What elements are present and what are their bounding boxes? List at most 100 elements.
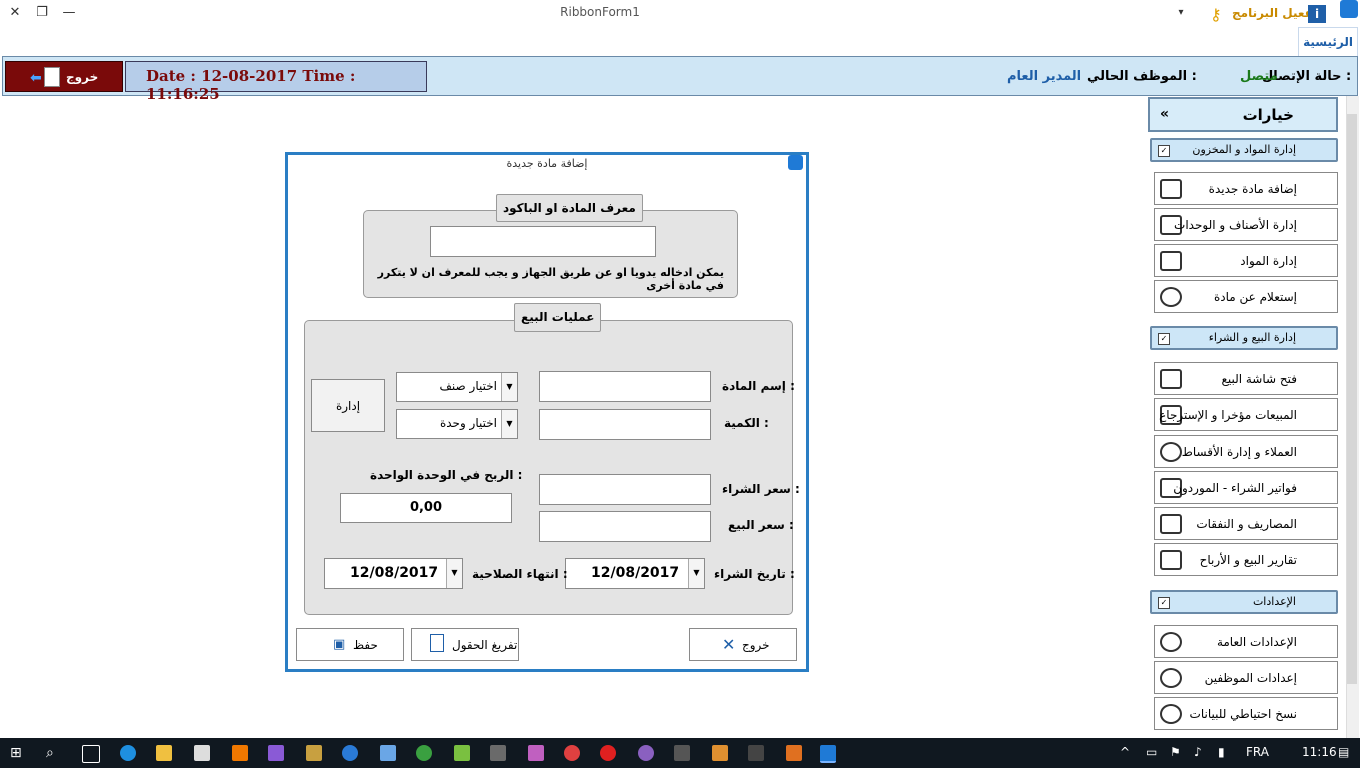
edge-icon[interactable] (120, 745, 136, 761)
buy-date-value: 12/08/2017 (591, 565, 680, 581)
collapse-icon[interactable]: « (1160, 106, 1169, 122)
chevron-down-icon[interactable]: ▼ (501, 410, 517, 438)
quantity-input[interactable] (539, 409, 711, 440)
cart-icon (1160, 179, 1182, 199)
datetime-box: Date : 12-08-2017 Time : 11:16:25 (125, 61, 427, 103)
chrome-icon[interactable] (564, 745, 580, 761)
item-general-settings[interactable]: الإعدادات العامة (1154, 625, 1338, 658)
tray-chevron-icon[interactable]: ^ (1120, 745, 1130, 759)
item-customers[interactable]: العملاء و إدارة الأقساط (1154, 435, 1338, 468)
app2-icon[interactable] (490, 745, 506, 761)
globe-icon[interactable] (416, 745, 432, 761)
cash-icon (1160, 550, 1182, 570)
group-label: إدارة المواد و المخزون (1192, 143, 1296, 156)
close-icon: ✕ (722, 635, 736, 654)
scroll-thumb[interactable] (1347, 114, 1357, 684)
opera-icon[interactable] (600, 745, 616, 761)
buy-price-input[interactable] (539, 474, 711, 505)
clear-fields-button[interactable]: تفريغ الحقول (411, 628, 519, 661)
notifications-icon[interactable]: ▤ (1338, 745, 1349, 759)
folder-icon[interactable] (156, 745, 172, 761)
language-indicator[interactable]: FRA (1246, 745, 1269, 759)
item-open-pos[interactable]: فتح شاشة البيع (1154, 362, 1338, 395)
android-icon[interactable] (454, 745, 470, 761)
cube-icon[interactable] (380, 745, 396, 761)
gear-icon (1160, 632, 1182, 652)
item-purchase-invoices[interactable]: فواتير الشراء - الموردون (1154, 471, 1338, 504)
item-recent-sales[interactable]: المبيعات مؤخرا و الإسترجاع (1154, 398, 1338, 431)
windows-start-icon[interactable]: ⊞ (10, 745, 26, 761)
app4-icon[interactable] (674, 745, 690, 761)
dialog-exit-button[interactable]: ✕ خروج (689, 628, 797, 661)
activate-program-link[interactable]: تفعيل البرنامج (1232, 6, 1318, 20)
collapse-checkbox-icon[interactable]: ✓ (1158, 597, 1170, 609)
sales-group-label: عمليات البيع (514, 303, 602, 332)
expiry-date-picker[interactable]: 12/08/2017 ▼ (324, 558, 463, 589)
item-label: الإعدادات العامة (1216, 635, 1297, 649)
item-backup[interactable]: نسخ احتياطي للبيانات (1154, 697, 1338, 730)
profit-value: 0,00 (340, 493, 512, 523)
item-employee-settings[interactable]: إعدادات الموظفين (1154, 661, 1338, 694)
ribbon-options-icon[interactable]: ▾ (1172, 4, 1190, 22)
top-exit-button[interactable]: ⬅ خروج (5, 61, 123, 92)
vlc-icon[interactable] (232, 745, 248, 761)
unit-select[interactable]: اختيار وحدة ▼ (396, 409, 518, 439)
item-add-product[interactable]: إضافة مادة جديدة (1154, 172, 1338, 205)
tool-icon[interactable] (306, 745, 322, 761)
money-icon (1160, 514, 1182, 534)
group-inventory[interactable]: ✓ إدارة المواد و المخزون (1150, 138, 1338, 162)
options-header[interactable]: « خيارات (1148, 97, 1338, 132)
collapse-checkbox-icon[interactable]: ✓ (1158, 145, 1170, 157)
item-expenses[interactable]: المصاريف و النفقات (1154, 507, 1338, 540)
buy-date-label: تاريخ الشراء : (714, 567, 795, 581)
item-label: إدارة الأصناف و الوحدات (1174, 218, 1297, 232)
app-icon[interactable] (342, 745, 358, 761)
group-label: الإعدادات (1252, 595, 1296, 608)
xampp-icon[interactable] (786, 745, 802, 761)
sell-price-label: سعر البيع : (728, 518, 794, 532)
network-icon[interactable]: ▭ (1146, 745, 1157, 759)
collapse-checkbox-icon[interactable]: ✓ (1158, 333, 1170, 345)
window-title: RibbonForm1 (560, 5, 640, 19)
item-label: إضافة مادة جديدة (1208, 182, 1297, 196)
category-select[interactable]: اختيار صنف ▼ (396, 372, 518, 402)
app5-icon[interactable] (748, 745, 764, 761)
store-app-icon[interactable] (194, 745, 210, 761)
chevron-down-icon[interactable]: ▼ (688, 559, 704, 588)
item-label: فواتير الشراء - الموردون (1173, 481, 1297, 495)
speaker-icon[interactable]: ♪ (1194, 745, 1202, 759)
flag-icon[interactable]: ⚑ (1170, 745, 1181, 759)
item-categories-units[interactable]: إدارة الأصناف و الوحدات (1154, 208, 1338, 241)
battery-icon[interactable]: ▮ (1218, 745, 1225, 759)
tab-home[interactable]: الرئيسية (1298, 27, 1358, 56)
group-settings[interactable]: ✓ الإعدادات (1150, 590, 1338, 614)
visual-studio-icon[interactable] (268, 745, 284, 761)
sell-price-input[interactable] (539, 511, 711, 542)
barcode-input[interactable] (430, 226, 656, 257)
search-icon[interactable]: ⌕ (46, 745, 62, 761)
expiry-date-value: 12/08/2017 (350, 565, 439, 581)
tor-icon[interactable] (638, 745, 654, 761)
manage-button[interactable]: إدارة (311, 379, 385, 432)
item-label: المبيعات مؤخرا و الإسترجاع (1159, 408, 1297, 422)
group-sales-purchases[interactable]: ✓ إدارة البيع و الشراء (1150, 326, 1338, 350)
item-product-query[interactable]: إستعلام عن مادة (1154, 280, 1338, 313)
name-input[interactable] (539, 371, 711, 402)
document-icon (430, 634, 444, 652)
active-app-icon[interactable] (820, 745, 836, 763)
quantity-label: الكمية : (724, 416, 769, 430)
top-exit-label: خروج (66, 70, 99, 84)
app3-icon[interactable] (528, 745, 544, 761)
name-label: إسم المادة : (722, 379, 795, 393)
clock[interactable]: 11:16 (1302, 745, 1337, 759)
chevron-down-icon[interactable]: ▼ (501, 373, 517, 401)
item-sales-reports[interactable]: تقارير البيع و الأرباح (1154, 543, 1338, 576)
save-button[interactable]: ▣ حفظ (296, 628, 404, 661)
item-manage-products[interactable]: إدارة المواد (1154, 244, 1338, 277)
task-view-icon[interactable] (82, 745, 100, 763)
item-label: إستعلام عن مادة (1213, 290, 1297, 304)
info-icon[interactable]: i (1308, 5, 1326, 23)
blender-icon[interactable] (712, 745, 728, 761)
chevron-down-icon[interactable]: ▼ (446, 559, 462, 588)
buy-date-picker[interactable]: 12/08/2017 ▼ (565, 558, 705, 589)
